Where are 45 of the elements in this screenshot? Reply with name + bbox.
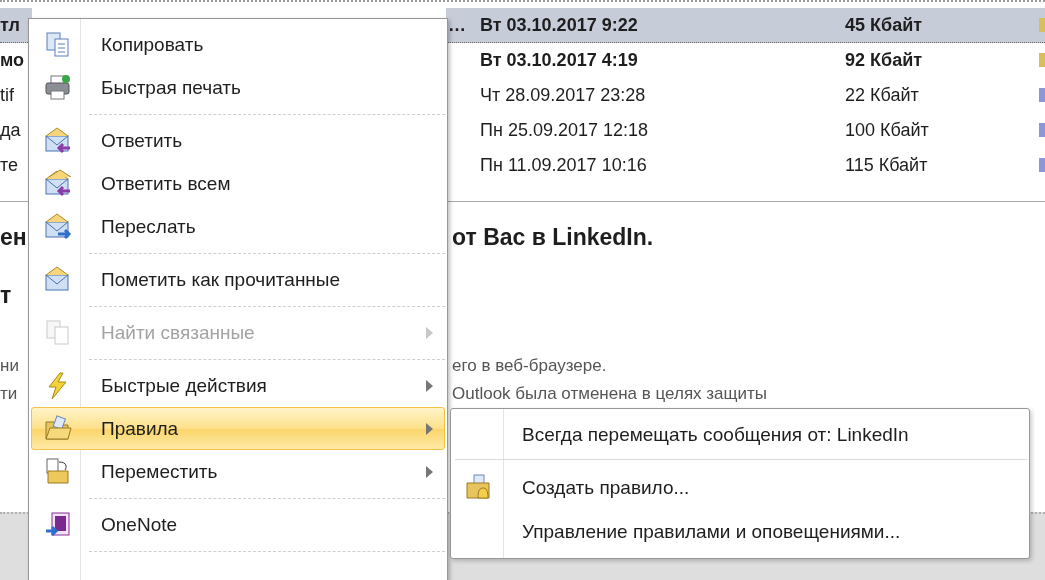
message-subject[interactable]: тл xyxy=(0,8,32,43)
menu-item[interactable]: Переместить xyxy=(31,450,445,493)
info-text: ти xyxy=(0,384,19,405)
message-subject[interactable]: да xyxy=(0,113,32,148)
message-subject[interactable]: те xyxy=(0,148,32,183)
message-size: 92 Кбайт xyxy=(845,49,924,71)
printer-icon xyxy=(43,72,73,103)
message-subject: … xyxy=(447,14,466,36)
message-heading: ен xyxy=(0,224,28,252)
menu-item[interactable]: Переслать xyxy=(31,205,445,248)
message-subject[interactable]: мо xyxy=(0,43,32,78)
message-date: Чт 28.09.2017 23:28 xyxy=(480,84,647,106)
message-row[interactable]: Чт 28.09.2017 23:28 22 Кбайт xyxy=(446,78,1045,113)
message-size: 22 Кбайт xyxy=(845,84,920,106)
menu-item[interactable]: Быстрая печать xyxy=(31,66,445,109)
envelopes-arrow-icon xyxy=(43,168,73,199)
message-row[interactable]: Пн 25.09.2017 12:18 100 Кбайт xyxy=(446,113,1045,148)
info-text: ни xyxy=(0,356,20,377)
menu-item[interactable]: Управление правилами и оповещениями... xyxy=(453,510,1027,554)
info-text: его в веб-браузере. xyxy=(452,356,608,377)
message-date: Пн 11.09.2017 10:16 xyxy=(480,154,648,176)
message-row[interactable]: Пн 11.09.2017 10:16 115 Кбайт xyxy=(446,148,1045,183)
message-sender: т xyxy=(0,282,13,310)
message-size: 100 Кбайт xyxy=(845,119,930,141)
menu-item[interactable]: Создать правило... xyxy=(453,466,1027,510)
envelope-arrow-icon xyxy=(43,211,73,242)
message-heading: от Вас в LinkedIn. xyxy=(452,224,655,252)
menu-item[interactable]: Копировать xyxy=(31,23,445,66)
message-date: Вт 03.10.2017 9:22 xyxy=(480,14,639,36)
menu-item[interactable]: Ответить xyxy=(31,119,445,162)
message-date: Пн 25.09.2017 12:18 xyxy=(480,119,649,141)
message-row[interactable]: … Вт 03.10.2017 9:22 45 Кбайт xyxy=(446,8,1045,43)
envelope-arrow-icon xyxy=(43,125,73,156)
menu-item[interactable]: Пометить как прочитанные xyxy=(31,258,445,301)
message-row[interactable]: Вт 03.10.2017 4:19 92 Кбайт xyxy=(446,43,1045,78)
message-size: 115 Кбайт xyxy=(845,154,929,176)
menu-item[interactable]: Всегда перемещать сообщения от: LinkedIn xyxy=(453,413,1027,457)
message-subject[interactable]: tif xyxy=(0,78,32,113)
menu-item[interactable]: Быстрые действия xyxy=(31,364,445,407)
info-text: Outlook была отменена в целях защиты xyxy=(452,384,769,405)
menu-item[interactable]: Ответить всем xyxy=(31,162,445,205)
menu-item[interactable]: OneNote xyxy=(31,503,445,546)
menu-item[interactable]: Правила xyxy=(31,407,445,450)
message-size: 45 Кбайт xyxy=(845,14,924,36)
message-date: Вт 03.10.2017 4:19 xyxy=(480,49,639,71)
